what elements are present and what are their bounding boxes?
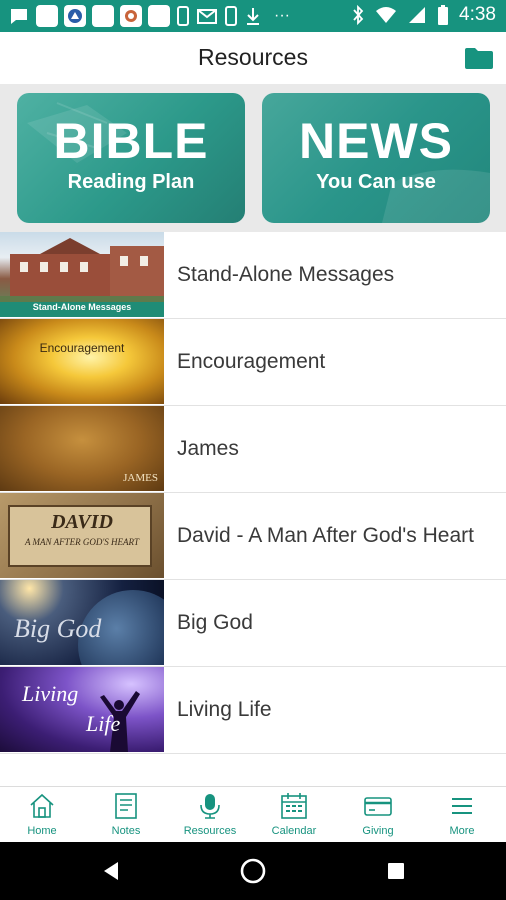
- news-tile-subtitle: You Can use: [316, 171, 436, 193]
- thumbnail-caption-line1: Living: [22, 681, 79, 706]
- big-god-thumbnail: Big God: [0, 580, 164, 665]
- resource-title: David - A Man After God's Heart: [177, 524, 474, 547]
- resource-title: Living Life: [177, 698, 272, 721]
- menu-icon: [452, 798, 472, 814]
- resource-title: Big God: [177, 611, 253, 634]
- app-notification-icon: [64, 5, 86, 27]
- list-item[interactable]: Stand-Alone Messages Stand-Alone Message…: [0, 232, 506, 319]
- folder-icon[interactable]: [464, 46, 494, 70]
- tab-resources[interactable]: Resources: [168, 791, 252, 837]
- list-item[interactable]: DAVID A MAN AFTER GOD'S HEART David - A …: [0, 493, 506, 580]
- tab-giving[interactable]: Giving: [336, 791, 420, 837]
- status-bar: ··· 4:38: [0, 0, 506, 32]
- message-icon: [11, 9, 27, 24]
- page-title: Resources: [198, 44, 308, 70]
- notification-icons: ···: [8, 5, 290, 27]
- list-item[interactable]: Living Life Living Life: [0, 667, 506, 754]
- list-item[interactable]: Big God Big God: [0, 580, 506, 667]
- person-silhouette: [100, 691, 140, 752]
- mail-icon: [197, 9, 217, 24]
- news-tile-title: NEWS: [299, 113, 453, 169]
- tab-label: Home: [27, 825, 57, 837]
- bottom-tab-bar: Home Notes Resources Calendar Giving Mor…: [0, 786, 506, 843]
- resource-title: Encouragement: [177, 350, 326, 373]
- microphone-icon: [200, 794, 220, 819]
- tab-home[interactable]: Home: [0, 791, 84, 837]
- resources-list: Stand-Alone Messages Stand-Alone Message…: [0, 232, 506, 754]
- battery-icon: [438, 5, 449, 25]
- list-item[interactable]: JAMES James: [0, 406, 506, 493]
- tab-label: Calendar: [271, 825, 317, 837]
- tab-label: Giving: [362, 825, 394, 837]
- app-notification-icon: [92, 5, 114, 27]
- tab-label: More: [449, 825, 475, 837]
- thumbnail-caption: Stand-Alone Messages: [32, 302, 132, 312]
- bible-tile-title: BIBLE: [53, 113, 209, 169]
- encouragement-thumbnail: Encouragement: [0, 319, 164, 404]
- app-notification-icon: [36, 5, 58, 27]
- tab-calendar[interactable]: Calendar: [252, 791, 336, 837]
- home-icon: [30, 793, 54, 818]
- system-navigation-bar: [0, 842, 506, 900]
- notes-icon: [115, 793, 137, 819]
- thumbnail-caption: Encouragement: [39, 341, 125, 355]
- system-icons: 4:38: [351, 4, 496, 26]
- thumbnail-caption-line2: Life: [86, 711, 121, 736]
- david-thumbnail: DAVID A MAN AFTER GOD'S HEART: [0, 493, 164, 578]
- clock: 4:38: [459, 4, 496, 25]
- thumbnail-subtitle: A MAN AFTER GOD'S HEART: [24, 537, 140, 547]
- app-bar: Resources: [0, 32, 506, 85]
- more-notifications-icon: ···: [274, 7, 290, 24]
- signal-icon: [409, 7, 426, 23]
- home-button[interactable]: [239, 857, 267, 885]
- tab-label: Resources: [183, 825, 237, 837]
- featured-banner: BIBLE Reading Plan NEWS You Can use: [0, 84, 506, 232]
- bible-tile-subtitle: Reading Plan: [67, 171, 195, 193]
- app-notification-icon: [120, 5, 142, 27]
- phone-icon: [177, 6, 189, 26]
- thumbnail-caption: JAMES: [123, 472, 158, 484]
- phone-icon: [225, 6, 237, 26]
- thumbnail-caption: Big God: [14, 614, 102, 643]
- living-life-thumbnail: Living Life: [0, 667, 164, 752]
- app-notification-icon: [148, 5, 170, 27]
- list-item[interactable]: Encouragement Encouragement: [0, 319, 506, 406]
- credit-card-icon: [364, 797, 392, 816]
- resource-title: Stand-Alone Messages: [177, 263, 395, 286]
- resource-title: James: [177, 437, 239, 460]
- recents-button[interactable]: [387, 862, 405, 880]
- tab-label: Notes: [111, 825, 141, 837]
- james-thumbnail: JAMES: [0, 406, 164, 491]
- back-button[interactable]: [100, 860, 122, 882]
- wifi-icon: [376, 7, 397, 23]
- news-you-can-use-tile[interactable]: NEWS You Can use: [262, 93, 490, 223]
- stand-alone-messages-thumbnail: Stand-Alone Messages: [0, 232, 164, 317]
- tab-notes[interactable]: Notes: [84, 791, 168, 837]
- download-icon: [247, 8, 259, 25]
- tab-more[interactable]: More: [420, 791, 504, 837]
- calendar-icon: [281, 793, 307, 819]
- bluetooth-icon: [353, 4, 364, 26]
- thumbnail-title: DAVID: [51, 511, 113, 533]
- bible-reading-plan-tile[interactable]: BIBLE Reading Plan: [17, 93, 245, 223]
